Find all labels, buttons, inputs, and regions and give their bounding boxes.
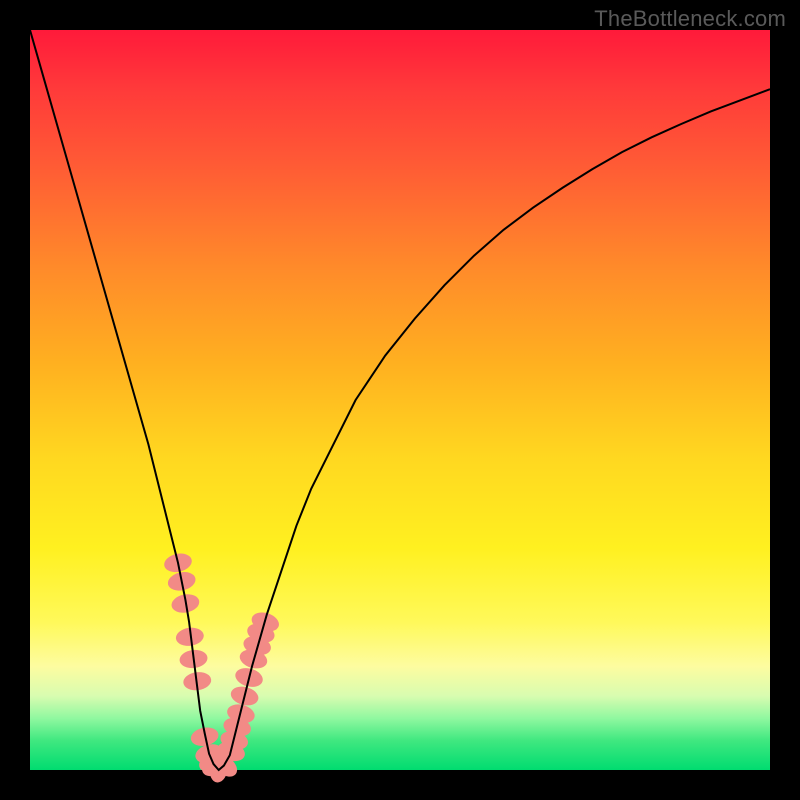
scatter-markers	[162, 551, 281, 784]
plot-area	[30, 30, 770, 770]
chart-svg	[30, 30, 770, 770]
watermark-text: TheBottleneck.com	[594, 6, 786, 32]
bottleneck-curve	[30, 30, 770, 770]
chart-frame: TheBottleneck.com	[0, 0, 800, 800]
